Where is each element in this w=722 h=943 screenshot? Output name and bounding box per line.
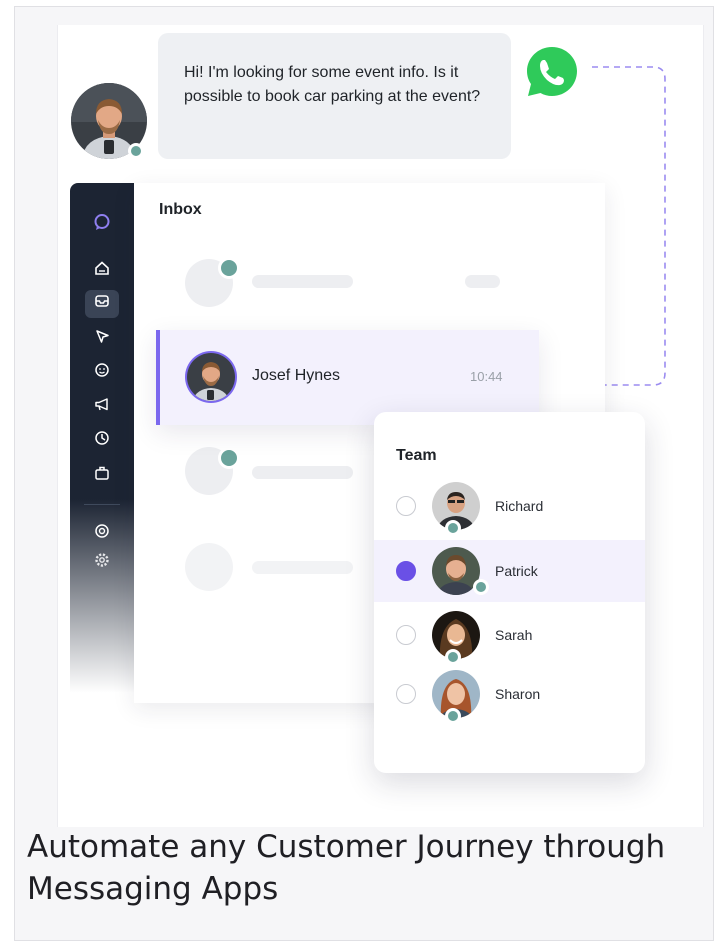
member-avatar [430, 480, 482, 536]
placeholder-line [465, 275, 500, 288]
megaphone-icon[interactable] [70, 396, 134, 418]
contact-avatar [184, 350, 238, 404]
online-status-dot [445, 520, 461, 536]
logo-chat-icon[interactable] [70, 213, 134, 235]
member-radio[interactable] [396, 625, 416, 645]
briefcase-icon[interactable] [70, 465, 134, 487]
member-radio[interactable] [396, 496, 416, 516]
member-avatar [430, 609, 482, 665]
team-member-sharon[interactable]: Sharon [374, 663, 645, 725]
placeholder-line [252, 275, 353, 288]
member-avatar [430, 545, 489, 597]
online-status-dot [128, 143, 144, 159]
member-avatar [430, 668, 482, 724]
team-member-patrick[interactable]: Patrick [374, 540, 645, 602]
customer-message-bubble: Hi! I'm looking for some event info. Is … [158, 33, 511, 159]
member-name: Sharon [495, 686, 541, 702]
contact-name: Josef Hynes [252, 367, 341, 384]
member-name: Patrick [495, 563, 538, 579]
analytics-icon[interactable] [70, 430, 134, 452]
conversation-row-selected[interactable]: Josef Hynes 10:44 [156, 330, 539, 425]
member-radio[interactable] [396, 684, 416, 704]
sidebar-divider [84, 504, 120, 505]
customer-message-text: Hi! I'm looking for some event info. Is … [184, 64, 481, 105]
chatbot-icon[interactable] [70, 362, 134, 384]
inbox-title: Inbox [159, 201, 202, 218]
team-member-sarah[interactable]: Sarah [374, 604, 645, 666]
member-name: Richard [495, 498, 544, 514]
help-icon[interactable] [70, 523, 134, 545]
figure-caption: Automate any Customer Journey through Me… [27, 829, 666, 907]
team-member-richard[interactable]: Richard [374, 475, 645, 537]
placeholder-line [252, 561, 353, 574]
cursor-icon[interactable] [70, 328, 134, 350]
team-assign-panel: Team Richard Patrick Sarah Sharon [374, 412, 645, 773]
team-title: Team [396, 447, 437, 464]
app-sidebar [70, 183, 134, 693]
inbox-icon[interactable] [70, 293, 134, 315]
home-icon[interactable] [70, 260, 134, 282]
online-status-dot [445, 708, 461, 724]
settings-icon[interactable] [70, 552, 134, 574]
customer-avatar [70, 82, 148, 160]
placeholder-line [252, 466, 353, 479]
member-radio-selected[interactable] [396, 561, 416, 581]
online-status-dot [473, 579, 489, 595]
online-status-dot [218, 257, 240, 279]
online-status-dot [218, 447, 240, 469]
message-time: 10:44 [470, 369, 503, 384]
member-name: Sarah [495, 627, 533, 643]
placeholder-avatar [185, 543, 233, 591]
